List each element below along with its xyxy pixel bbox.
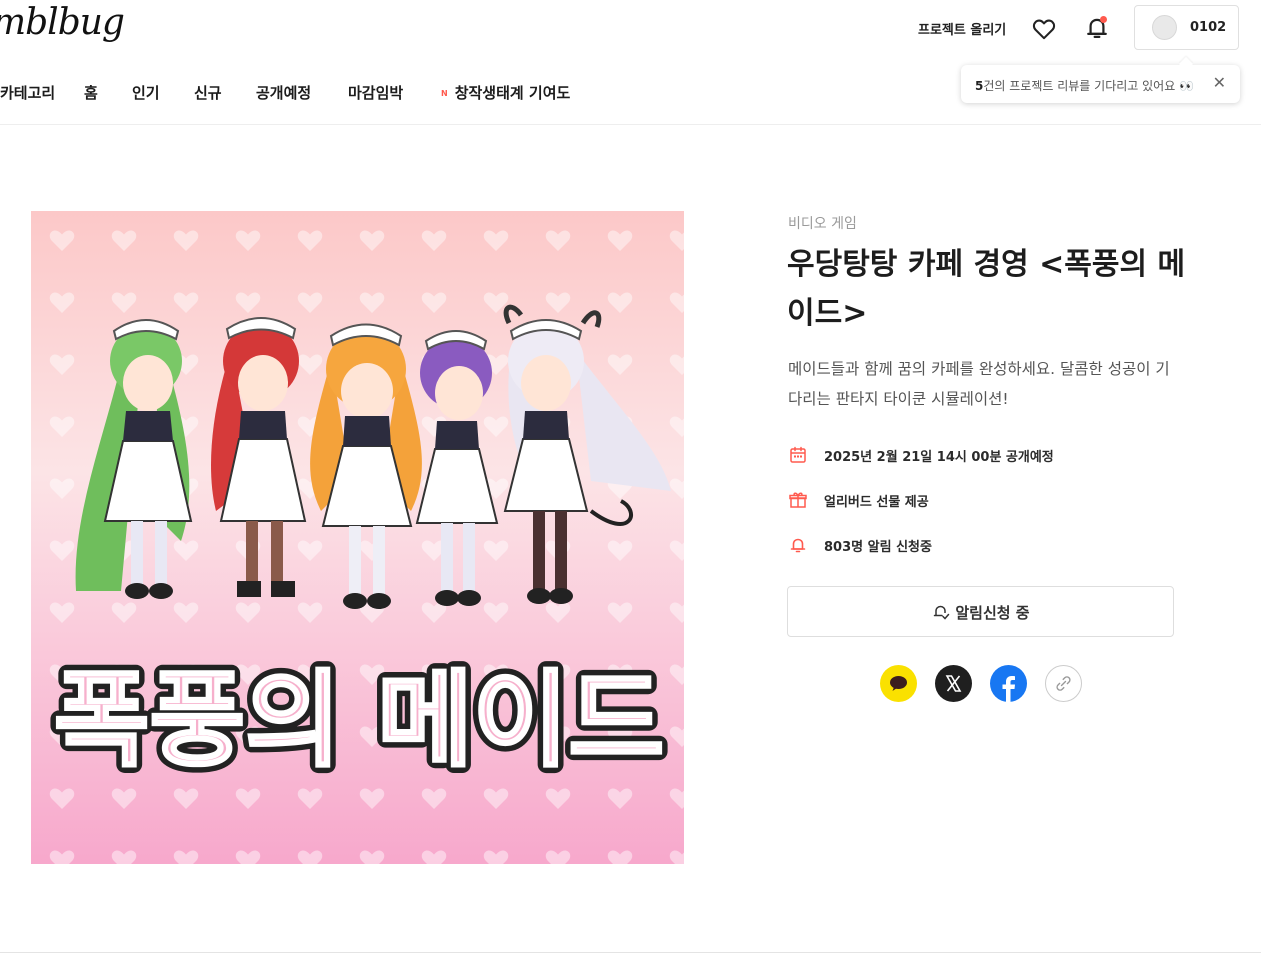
nav-item-ecosystem[interactable]: N 창작생태계 기여도 — [441, 82, 570, 103]
notification-dot — [1100, 16, 1107, 23]
header: mblbug 프로젝트 올리기 0102 카테고리 홈 인기 신규 공개예정 마… — [0, 0, 1261, 125]
tooltip-text: 건의 프로젝트 리뷰를 기다리고 있어요 👀 — [983, 79, 1195, 93]
review-tooltip: 5건의 프로젝트 리뷰를 기다리고 있어요 👀 ✕ — [961, 65, 1240, 103]
logo[interactable]: mblbug — [0, 2, 125, 43]
project-category[interactable]: 비디오 게임 — [788, 213, 857, 233]
facebook-icon — [1002, 676, 1015, 702]
alarm-count-text: 803명 알림 신청중 — [824, 540, 932, 555]
gift-icon — [789, 492, 807, 508]
notify-button[interactable]: 알림신청 중 — [787, 586, 1174, 637]
avatar — [1152, 15, 1177, 40]
tooltip-close-button[interactable]: ✕ — [1213, 73, 1226, 92]
nav-item-upcoming[interactable]: 공개예정 — [256, 82, 311, 103]
image-title-logo: 폭풍의 메이드 폭풍의 메이드 — [47, 652, 671, 788]
facebook-share-button[interactable] — [990, 665, 1027, 702]
upload-project-link[interactable]: 프로젝트 올리기 — [918, 19, 1006, 38]
launch-date-text: 2025년 2월 21일 14시 00분 공개예정 — [824, 450, 1054, 465]
footer-divider — [0, 952, 1261, 953]
x-share-button[interactable] — [935, 665, 972, 702]
nav-item-home[interactable]: 홈 — [84, 82, 98, 103]
profile-name: 0102 — [1190, 20, 1227, 35]
calendar-icon — [790, 446, 806, 463]
project-title: 우당탕탕 카페 경영 <폭풍의 메이드> — [787, 247, 1186, 331]
nav-item-new[interactable]: 신규 — [194, 82, 222, 103]
nav-item-popular[interactable]: 인기 — [132, 82, 160, 103]
heart-icon[interactable] — [1031, 16, 1057, 42]
x-icon — [945, 675, 962, 692]
notify-button-label: 알림신청 중 — [955, 604, 1030, 622]
kakao-icon — [890, 676, 907, 691]
nav-item-closing-soon[interactable]: 마감임박 — [348, 82, 403, 103]
early-bird-text: 얼리버드 선물 제공 — [824, 495, 929, 510]
project-image: 폭풍의 메이드 폭풍의 메이드 — [31, 211, 684, 864]
bell-icon — [790, 538, 806, 553]
new-badge: N — [441, 89, 448, 98]
profile-button[interactable]: 0102 — [1134, 5, 1239, 50]
link-icon — [1056, 676, 1071, 691]
copy-link-button[interactable] — [1045, 665, 1082, 702]
notification-button[interactable] — [1083, 14, 1111, 42]
nav-item-ecosystem-label: 창작생태계 기여도 — [454, 84, 571, 102]
svg-text:폭풍의 메이드: 폭풍의 메이드 — [54, 659, 664, 781]
bell-check-icon — [934, 605, 950, 620]
project-description: 메이드들과 함께 꿈의 카페를 완성하세요. 달콤한 성공이 기다리는 판타지 … — [788, 360, 1170, 408]
nav-item-category[interactable]: 카테고리 — [0, 82, 55, 103]
kakao-share-button[interactable] — [880, 665, 917, 702]
